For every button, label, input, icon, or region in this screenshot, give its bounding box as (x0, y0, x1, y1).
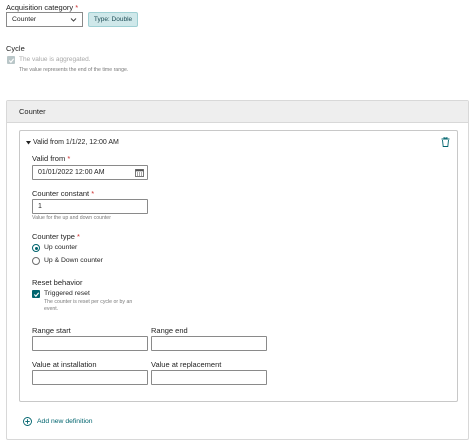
counter-type-radio-up-down[interactable] (32, 257, 40, 265)
required-mark: * (75, 3, 79, 12)
type-badge-text: Type: Double (93, 16, 133, 23)
cycle-hint: The value represents the end of the time… (19, 67, 129, 73)
range-end-label: Range end (151, 326, 188, 335)
acquisition-category-value: Counter (12, 16, 37, 23)
acquisition-category-label: Acquisition category * (6, 3, 78, 12)
value-at-replacement-label: Value at replacement (151, 360, 222, 369)
counter-type-label: Counter type * (32, 232, 80, 241)
cycle-aggregated-label: The value is aggregated. (19, 56, 91, 63)
range-start-input[interactable] (32, 336, 148, 351)
required-mark: * (67, 154, 71, 163)
counter-section: Counter Valid from 1/1/22, 12:00 AM Vali… (6, 100, 469, 440)
cycle-title: Cycle (6, 44, 25, 53)
caret-down-icon (26, 141, 31, 145)
triggered-reset-hint: The counter is reset per cycle or by an … (44, 299, 133, 312)
range-start-label: Range start (32, 326, 71, 335)
add-new-definition-label: Add new definition (37, 418, 93, 425)
acquisition-category-label-text: Acquisition category (6, 3, 74, 12)
triggered-reset-checkbox[interactable] (32, 290, 40, 298)
definition-card: Valid from 1/1/22, 12:00 AM Valid from *… (19, 130, 458, 402)
counter-constant-label: Counter constant * (32, 189, 94, 198)
counter-type-radio-up[interactable] (32, 244, 40, 252)
trash-icon[interactable] (441, 137, 450, 147)
counter-type-label-text: Counter type (32, 232, 75, 241)
reset-behavior-label: Reset behavior (32, 278, 83, 287)
value-at-installation-input[interactable] (32, 370, 148, 385)
counter-constant-label-text: Counter constant (32, 189, 90, 198)
value-at-replacement-input[interactable] (151, 370, 267, 385)
add-new-definition-button[interactable]: Add new definition (23, 417, 93, 426)
calendar-icon[interactable] (135, 169, 144, 177)
check-icon (8, 57, 14, 63)
required-mark: * (91, 189, 95, 198)
counter-constant-hint: Value for the up and down counter (32, 215, 111, 221)
valid-from-value: 01/01/2022 12:00 AM (38, 169, 105, 176)
definition-header-toggle[interactable]: Valid from 1/1/22, 12:00 AM (26, 139, 119, 146)
triggered-reset-label: Triggered reset (44, 290, 90, 297)
value-at-installation-label: Value at installation (32, 360, 97, 369)
plus-circle-icon (23, 417, 32, 426)
cycle-aggregated-checkbox[interactable] (7, 56, 15, 64)
counter-section-header: Counter (7, 101, 468, 123)
chevron-down-icon (70, 18, 77, 22)
valid-from-label-text: Valid from (32, 154, 66, 163)
range-end-input[interactable] (151, 336, 267, 351)
counter-constant-value: 1 (38, 203, 42, 210)
counter-type-option-up-down: Up & Down counter (44, 257, 103, 264)
check-icon (33, 291, 39, 297)
counter-section-title: Counter (19, 107, 46, 116)
type-badge: Type: Double (88, 12, 138, 27)
valid-from-label: Valid from * (32, 154, 70, 163)
required-mark: * (77, 232, 80, 241)
counter-constant-input[interactable]: 1 (32, 199, 148, 214)
acquisition-category-select[interactable]: Counter (6, 12, 83, 27)
valid-from-input[interactable]: 01/01/2022 12:00 AM (32, 165, 148, 180)
counter-type-option-up: Up counter (44, 244, 78, 251)
definition-header-text: Valid from 1/1/22, 12:00 AM (33, 139, 119, 146)
